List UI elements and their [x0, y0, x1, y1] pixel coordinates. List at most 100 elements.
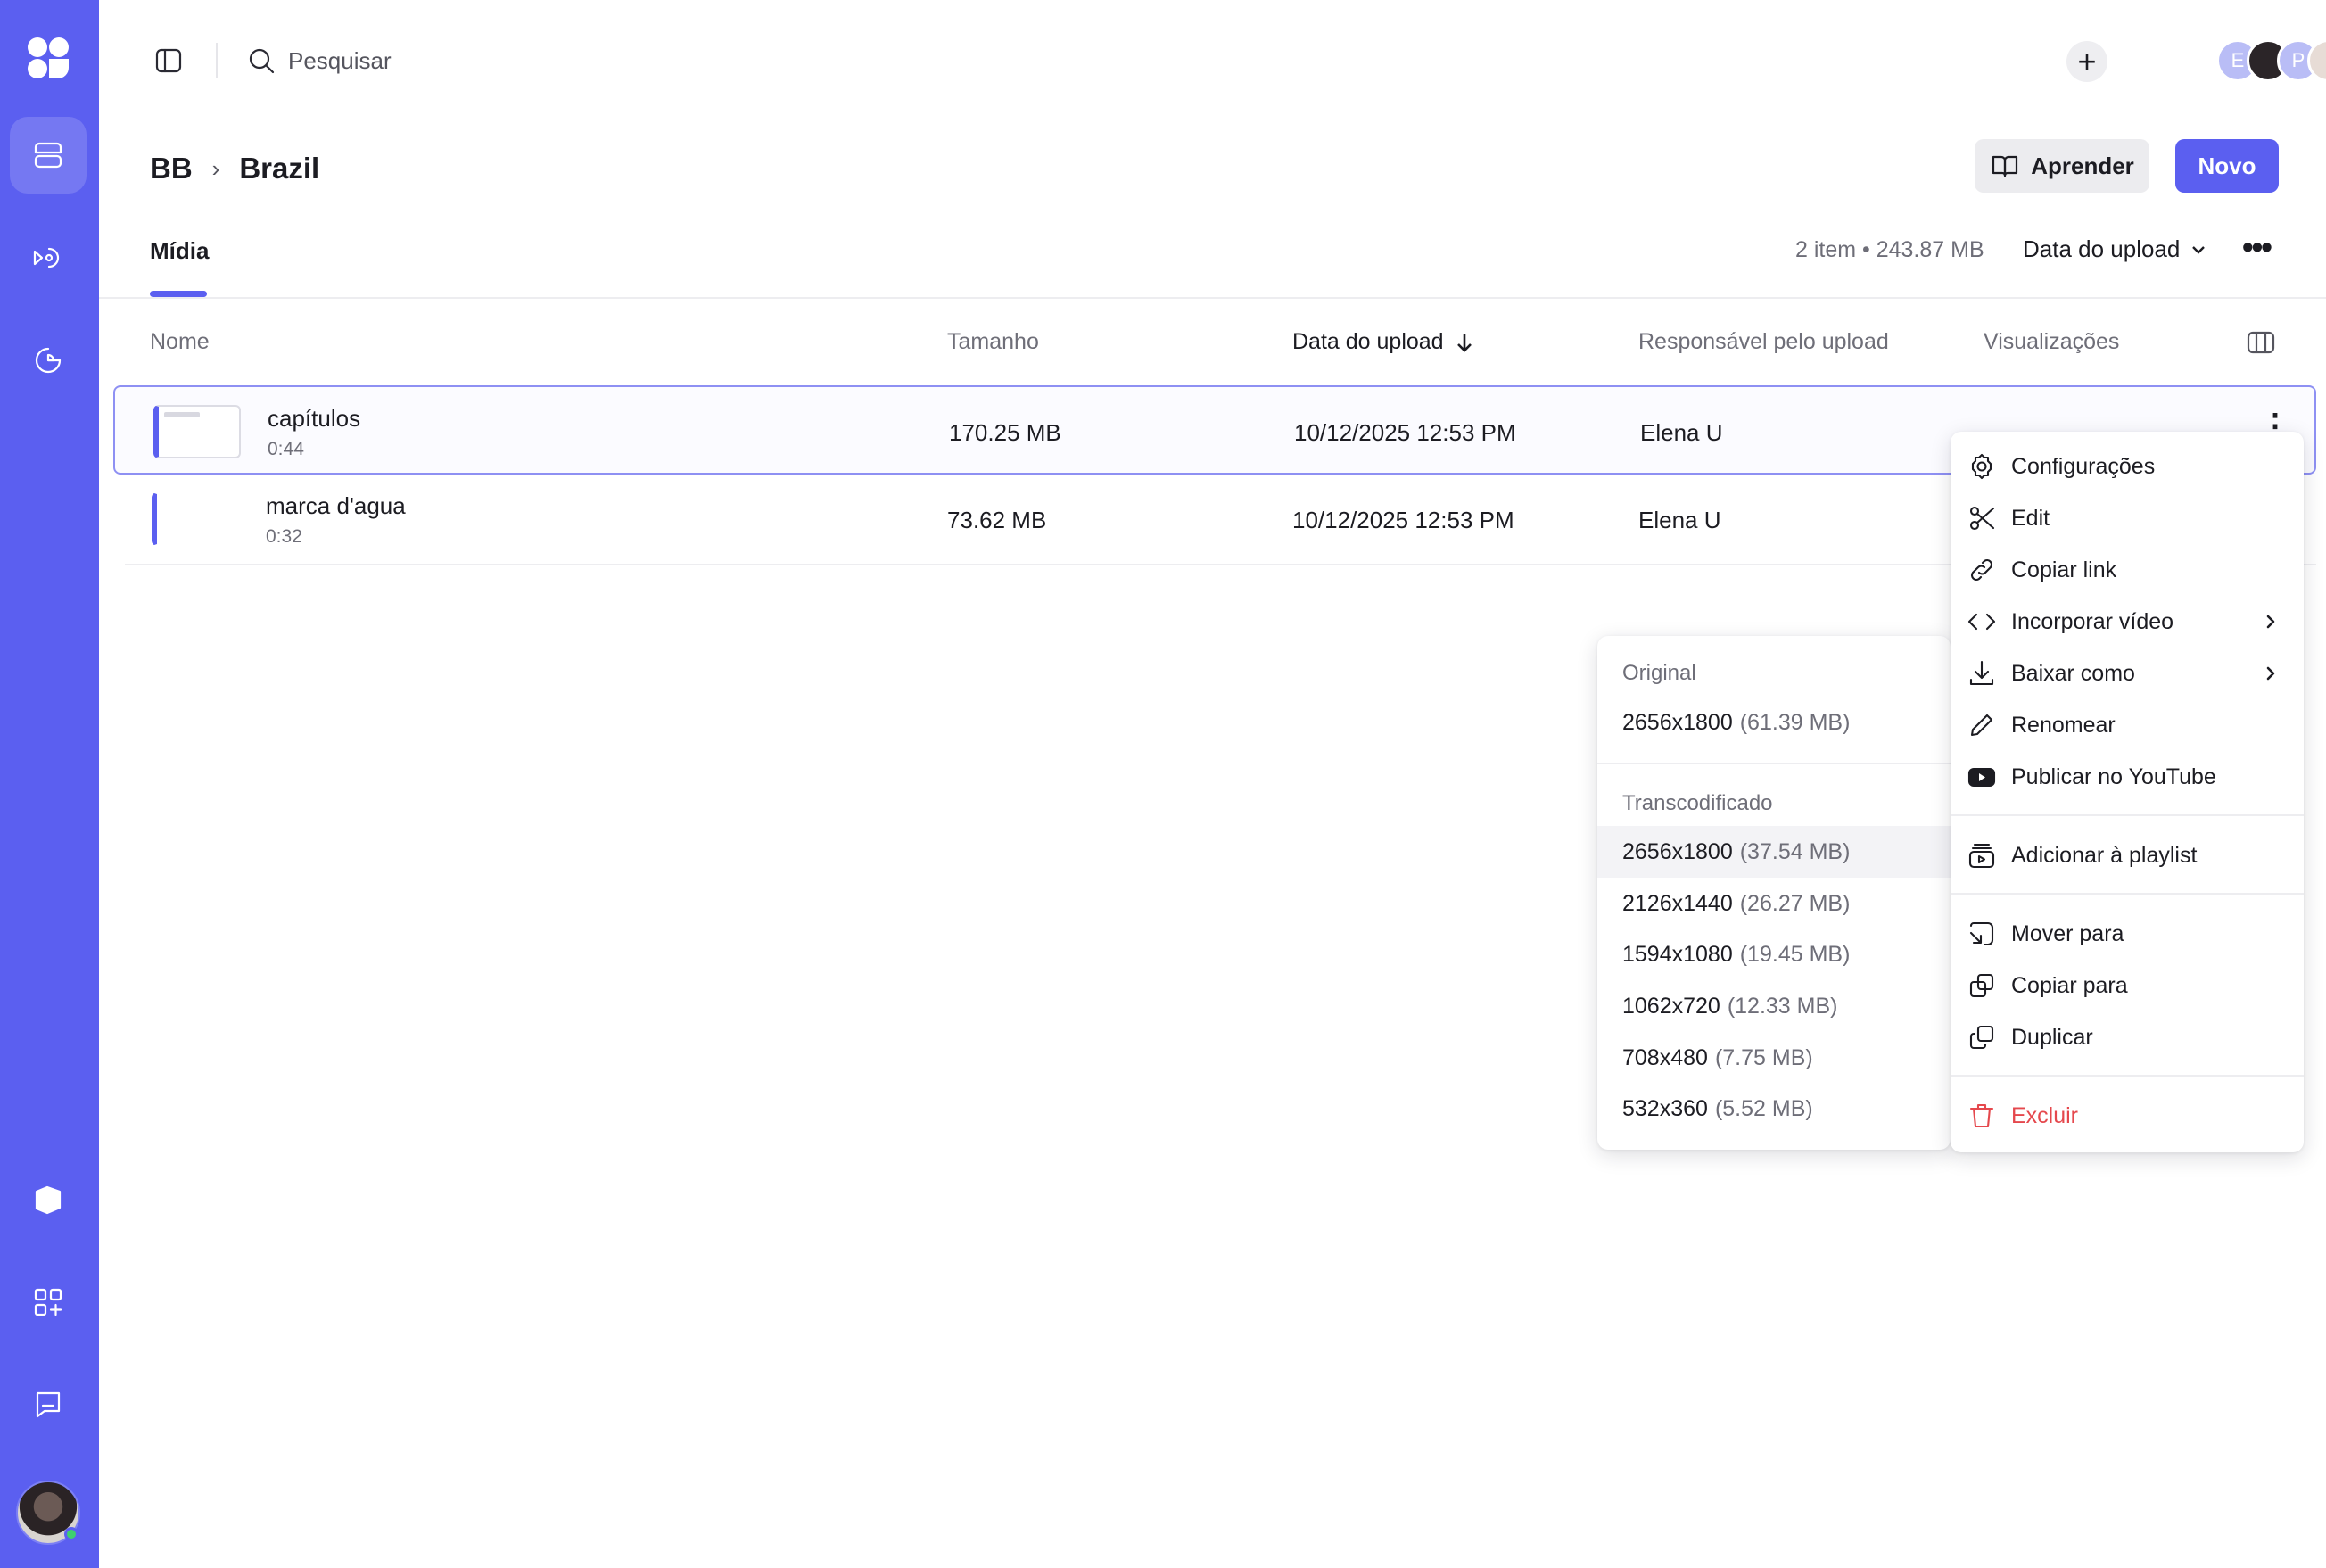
- download-option-original[interactable]: 2656x1800 (61.39 MB): [1597, 697, 1951, 748]
- pencil-icon: [1970, 714, 1993, 737]
- download-option-resolution: 532x360: [1622, 1095, 1708, 1121]
- menu-item-move-to[interactable]: Mover para: [1951, 908, 2304, 960]
- column-header-upload-date-label: Data do upload: [1292, 329, 1444, 354]
- download-option-resolution: 1594x1080: [1622, 941, 1733, 967]
- library-nav-icon[interactable]: [10, 117, 87, 194]
- new-button[interactable]: Novo: [2175, 139, 2279, 193]
- book-icon: [1992, 155, 2018, 177]
- download-option[interactable]: 2126x1440 (26.27 MB): [1597, 878, 1951, 929]
- menu-separator: [1597, 763, 1951, 764]
- page-title: Brazil: [239, 152, 320, 185]
- column-header-upload-date[interactable]: Data do upload: [1292, 329, 1474, 355]
- search-input[interactable]: [288, 41, 645, 80]
- row-more-button[interactable]: ⋮: [2259, 409, 2291, 441]
- video-uploader: Elena U: [1638, 507, 1721, 533]
- download-option-size: (19.45 MB): [1739, 941, 1851, 967]
- app-sidebar: [0, 0, 99, 1568]
- divider: [99, 297, 2326, 299]
- menu-item-settings[interactable]: Configurações: [1951, 441, 2304, 492]
- columns-icon[interactable]: [2246, 328, 2276, 357]
- menu-item-delete[interactable]: Excluir: [1951, 1090, 2304, 1142]
- breadcrumb-parent[interactable]: BB: [150, 152, 193, 186]
- menu-item-edit[interactable]: Edit: [1951, 492, 2304, 544]
- download-option[interactable]: 1594x1080 (19.45 MB): [1597, 928, 1951, 980]
- playlist-icon: [1968, 843, 1995, 869]
- video-title[interactable]: capítulos: [268, 405, 360, 433]
- learn-nav-icon[interactable]: [10, 1161, 87, 1238]
- menu-item-download-as[interactable]: Baixar como: [1951, 648, 2304, 699]
- divider: [216, 43, 218, 78]
- trash-icon: [1969, 1103, 1994, 1128]
- download-option-size: (5.52 MB): [1714, 1095, 1813, 1121]
- download-option[interactable]: 532x360 (5.52 MB): [1597, 1083, 1951, 1135]
- tab-media[interactable]: Mídia: [150, 237, 209, 265]
- video-thumbnail: [152, 492, 239, 546]
- menu-item-label: Adicionar à playlist: [2011, 842, 2198, 868]
- video-title[interactable]: marca d'agua: [266, 492, 406, 520]
- menu-item-label: Configurações: [2011, 453, 2156, 479]
- video-duration: 0:44: [268, 439, 304, 459]
- download-option-size: (7.75 MB): [1714, 1044, 1813, 1070]
- download-option[interactable]: 2656x1800 (37.54 MB): [1597, 826, 1951, 878]
- download-option-resolution: 1062x720: [1622, 993, 1720, 1019]
- more-options-button[interactable]: •••: [2242, 231, 2272, 262]
- chevron-down-icon: [2192, 245, 2206, 254]
- add-button[interactable]: +: [2066, 41, 2107, 82]
- download-option-resolution: 2126x1440: [1622, 890, 1733, 916]
- user-avatar[interactable]: [16, 1481, 80, 1545]
- video-upload-date: 10/12/2025 12:53 PM: [1292, 507, 1514, 533]
- menu-item-label: Copiar link: [2011, 557, 2117, 582]
- record-nav-icon[interactable]: [10, 219, 87, 296]
- menu-item-copy-to[interactable]: Copiar para: [1951, 960, 2304, 1011]
- panel-toggle-icon[interactable]: [153, 45, 185, 77]
- download-option-size: (37.54 MB): [1739, 838, 1851, 864]
- column-header-name[interactable]: Nome: [150, 329, 210, 355]
- menu-item-copy-link[interactable]: Copiar link: [1951, 544, 2304, 596]
- menu-item-embed-video[interactable]: Incorporar vídeo: [1951, 596, 2304, 648]
- arrow-down-icon: [1456, 334, 1472, 352]
- download-option-size: (26.27 MB): [1739, 890, 1851, 916]
- gear-icon: [1971, 453, 1992, 480]
- menu-item-duplicate[interactable]: Duplicar: [1951, 1011, 2304, 1063]
- menu-item-label: Excluir: [2011, 1102, 2079, 1128]
- items-count: 2 item • 243.87 MB: [1795, 237, 1984, 262]
- online-status-dot: [64, 1527, 78, 1541]
- menu-item-label: Edit: [2011, 505, 2050, 531]
- app-logo-icon[interactable]: [10, 20, 87, 96]
- menu-separator: [1951, 814, 2304, 816]
- menu-item-add-playlist[interactable]: Adicionar à playlist: [1951, 829, 2304, 881]
- apps-nav-icon[interactable]: [10, 1264, 87, 1341]
- analytics-nav-icon[interactable]: [10, 322, 87, 399]
- download-transcoded-heading: Transcodificado: [1622, 791, 1773, 815]
- column-header-views[interactable]: Visualizações: [1984, 329, 2119, 355]
- video-size: 170.25 MB: [949, 419, 1061, 446]
- sort-select[interactable]: Data do upload: [2023, 235, 2208, 263]
- download-option[interactable]: 708x480 (7.75 MB): [1597, 1032, 1951, 1084]
- copy-icon: [1969, 973, 1994, 998]
- video-duration: 0:32: [266, 526, 302, 547]
- download-icon: [1969, 660, 1994, 686]
- menu-item-label: Publicar no YouTube: [2011, 763, 2216, 789]
- download-option-size: (12.33 MB): [1727, 993, 1838, 1019]
- chat-nav-icon[interactable]: [10, 1366, 87, 1443]
- chevron-right-icon: [2261, 664, 2281, 689]
- video-uploader: Elena U: [1640, 419, 1723, 446]
- column-header-size[interactable]: Tamanho: [947, 329, 1039, 355]
- download-option-resolution: 708x480: [1622, 1044, 1708, 1070]
- download-option-resolution: 2656x1800: [1622, 709, 1733, 735]
- column-header-uploader[interactable]: Responsável pelo upload: [1638, 329, 1889, 355]
- download-option[interactable]: 1062x720 (12.33 MB): [1597, 980, 1951, 1032]
- breadcrumb-separator: ›: [211, 154, 220, 182]
- tab-active-indicator: [150, 291, 207, 297]
- menu-item-publish-youtube[interactable]: Publicar no YouTube: [1951, 751, 2304, 803]
- learn-button[interactable]: Aprender: [1975, 139, 2149, 193]
- menu-item-rename[interactable]: Renomear: [1951, 699, 2304, 751]
- video-upload-date: 10/12/2025 12:53 PM: [1294, 419, 1516, 446]
- video-thumbnail: [153, 405, 241, 458]
- menu-separator: [1951, 1075, 2304, 1077]
- youtube-icon: [1967, 767, 1996, 788]
- chevron-right-icon: [2261, 612, 2281, 638]
- top-bar: + E P: [99, 0, 2326, 125]
- sort-label: Data do upload: [2023, 235, 2181, 262]
- download-original-heading: Original: [1622, 661, 1696, 685]
